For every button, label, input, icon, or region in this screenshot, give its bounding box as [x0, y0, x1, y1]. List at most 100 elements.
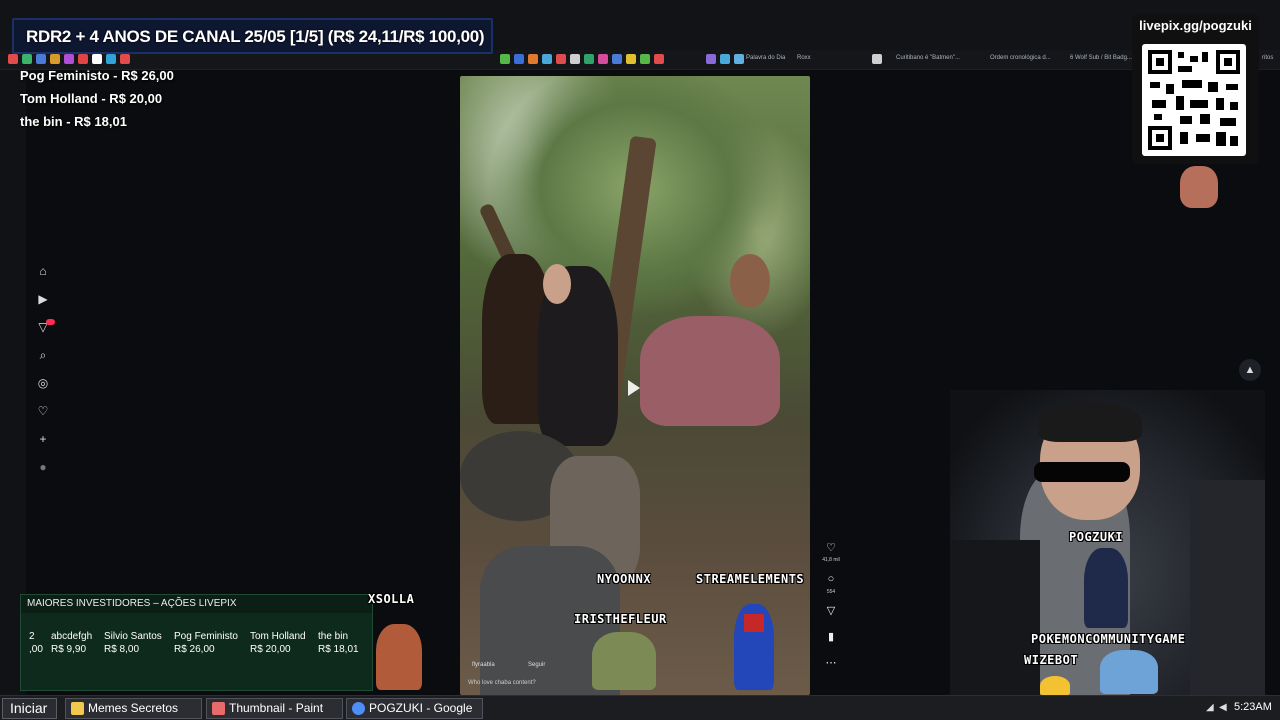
character-sprite [1084, 548, 1128, 628]
investors-title: MAIORES INVESTIDORES – AÇÕES LIVEPIX [21, 595, 372, 613]
character-sprite [1180, 166, 1218, 208]
bookmark-label[interactable]: Palavra do Dia [746, 55, 785, 61]
chrome-icon [352, 702, 365, 715]
comment-count: 554 [826, 589, 836, 595]
stream-title-banner: RDR2 + 4 ANOS DE CANAL 25/05 [1/5] (R$ 2… [12, 18, 493, 54]
bookmark-icon[interactable]: ▮ [824, 630, 838, 643]
investor-name: abcdefgh [51, 631, 93, 642]
share-icon[interactable]: ▽ [824, 604, 838, 617]
bookmark-icon[interactable] [598, 54, 608, 64]
bookmark-label[interactable]: 6 Wolf Sub / Bit Badg... [1070, 55, 1132, 61]
bookmark-icon[interactable] [8, 54, 18, 64]
investor-name: Silvio Santos [104, 631, 162, 642]
chat-name-nyoonnx: NYOONNX [597, 572, 652, 586]
taskbar-item-paint[interactable]: Thumbnail - Paint [206, 698, 343, 719]
heart-icon[interactable]: ♡ [36, 404, 50, 418]
bookmark-label[interactable]: Ordem cronológica d... [990, 55, 1051, 61]
bookmark-label[interactable]: Curitibano é "Batmen"... [896, 55, 960, 61]
investor-name: the bin [318, 631, 349, 642]
bookmark-icon[interactable] [36, 54, 46, 64]
livepix-overlay: livepix.gg/pogzuki [1132, 14, 1259, 164]
qr-code [1142, 44, 1246, 156]
bookmark-icon[interactable] [640, 54, 650, 64]
bookmark-icon[interactable] [584, 54, 594, 64]
taskbar-item-memes[interactable]: Memes Secretos [65, 698, 202, 719]
livepix-url: livepix.gg/pogzuki [1139, 18, 1252, 33]
bookmark-icon[interactable] [612, 54, 622, 64]
investor-value: R$ 8,00 [104, 644, 140, 655]
bookmark-icon[interactable] [120, 54, 130, 64]
bookmark-icon[interactable] [528, 54, 538, 64]
volume-icon[interactable]: ◀ [1219, 702, 1227, 713]
video-caption-text: Who love chaba content? [468, 680, 536, 686]
chevron-up-icon[interactable]: ▲ [1239, 359, 1261, 381]
bookmark-icon[interactable] [556, 54, 566, 64]
top-donation-3: the bin - R$ 18,01 [20, 114, 127, 129]
investor-value: R$ 9,90 [51, 644, 87, 655]
bookmark-icon[interactable] [514, 54, 524, 64]
chat-name-streamelements: STREAMELEMENTS [696, 572, 805, 586]
taskbar-item-label: Thumbnail - Paint [229, 701, 324, 715]
bookmark-icon[interactable] [626, 54, 636, 64]
folder-icon [71, 702, 84, 715]
bookmark-icon[interactable] [542, 54, 552, 64]
play-icon[interactable] [628, 380, 640, 396]
chat-name-wizebot: WIZEBOT [1024, 653, 1079, 667]
investor-name: Tom Holland [250, 631, 306, 642]
character-sprite-detail [744, 614, 764, 632]
paint-icon [212, 702, 225, 715]
bookmark-icon[interactable] [734, 54, 744, 64]
chat-name-pogzuki: POGZUKI [1069, 530, 1124, 544]
home-icon[interactable]: ⌂ [36, 264, 50, 278]
bookmark-icon[interactable] [654, 54, 664, 64]
network-icon[interactable]: ◢ [1206, 702, 1214, 713]
play-icon[interactable]: ▶ [36, 292, 50, 306]
compass-icon[interactable]: ◎ [36, 376, 50, 390]
bookmark-icon[interactable] [570, 54, 580, 64]
investor-value: ,00 [29, 644, 43, 655]
bookmark-icon[interactable] [92, 54, 102, 64]
character-sprite [376, 624, 422, 690]
like-count: 41,8 mil [822, 557, 840, 563]
investor-value: R$ 26,00 [174, 644, 215, 655]
taskbar-item-label: Memes Secretos [88, 701, 179, 715]
character-sprite [1100, 650, 1158, 694]
bookmark-icon[interactable] [872, 54, 882, 64]
more-icon[interactable]: ⋯ [824, 656, 838, 669]
stream-title: RDR2 + 4 ANOS DE CANAL 25/05 [1/5] (R$ 2… [26, 27, 485, 46]
clock[interactable]: 5:23AM [1234, 701, 1272, 713]
character-sprite [592, 632, 656, 690]
profile-icon[interactable]: ● [36, 460, 50, 474]
investor-name: Pog Feministo [174, 631, 238, 642]
like-icon[interactable]: ♡ [824, 541, 838, 554]
video-caption-user[interactable]: flyraabla [472, 662, 495, 668]
comment-icon[interactable]: ○ [824, 573, 838, 585]
start-button[interactable]: Iniciar [2, 698, 57, 719]
bookmark-icon[interactable] [706, 54, 716, 64]
investor-name: 2 [29, 631, 35, 642]
bookmark-label[interactable]: Roxx [797, 55, 811, 61]
bookmark-icon[interactable] [22, 54, 32, 64]
investors-panel: MAIORES INVESTIDORES – AÇÕES LIVEPIX 2 ,… [20, 594, 373, 691]
taskbar: Iniciar Memes Secretos Thumbnail - Paint… [0, 695, 1280, 720]
chat-name-pokemoncommunitygame: POKEMONCOMMUNITYGAME [1031, 632, 1186, 646]
bookmark-label[interactable]: ritos [1262, 55, 1273, 61]
top-donation-2: Tom Holland - R$ 20,00 [20, 91, 163, 106]
bookmark-icon[interactable] [64, 54, 74, 64]
search-icon[interactable]: ⌕ [36, 348, 50, 362]
bookmark-icon[interactable] [78, 54, 88, 64]
investor-value: R$ 20,00 [250, 644, 291, 655]
bookmark-icon[interactable] [50, 54, 60, 64]
bookmark-icon[interactable] [720, 54, 730, 64]
taskbar-item-label: POGZUKI - Google [369, 701, 473, 715]
taskbar-item-chrome[interactable]: POGZUKI - Google [346, 698, 483, 719]
bookmark-icon[interactable] [106, 54, 116, 64]
follow-button[interactable]: Seguir [528, 662, 545, 668]
notification-badge [46, 319, 55, 325]
character-sprite [1040, 676, 1070, 695]
top-donation-1: Pog Feministo - R$ 26,00 [20, 68, 174, 83]
chat-name-iristhefleur: IRISTHEFLEUR [574, 612, 667, 626]
bookmark-icon[interactable] [500, 54, 510, 64]
plus-icon[interactable]: + [36, 432, 50, 446]
investor-value: R$ 18,01 [318, 644, 359, 655]
